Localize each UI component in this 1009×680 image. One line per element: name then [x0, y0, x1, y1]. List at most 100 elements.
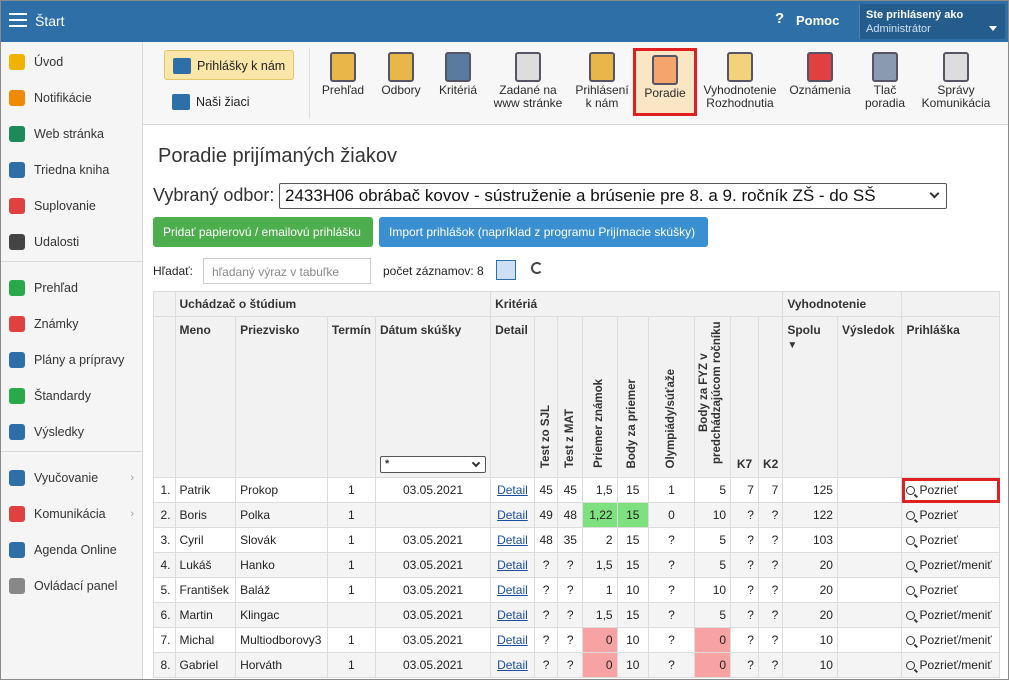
- sidebar-item-label: Web stránka: [34, 127, 104, 141]
- detail-link[interactable]: Detail: [497, 583, 528, 597]
- col-test-mat-label: Test z MAT: [563, 409, 576, 468]
- our-students-button[interactable]: Naši žiaci: [164, 87, 294, 117]
- col-priezvisko[interactable]: Priezvisko: [235, 316, 328, 478]
- toolbar-button-1[interactable]: Odbory: [375, 48, 427, 116]
- toolbar-button-3[interactable]: Zadané na www stránke: [489, 48, 567, 116]
- sidebar-item-14[interactable]: Ovládací panel: [1, 571, 142, 601]
- table-cell: 1,22: [582, 502, 618, 528]
- view-application-link[interactable]: Pozrieť/meniť: [919, 633, 991, 647]
- detail-link[interactable]: Detail: [497, 633, 528, 647]
- view-application-link[interactable]: Pozrieť: [919, 508, 958, 522]
- sidebar-item-9[interactable]: Štandardy: [1, 381, 142, 411]
- table-cell: 1: [326, 652, 376, 678]
- search-icon: [906, 561, 916, 570]
- sidebar-item-12[interactable]: Komunikácia ›: [1, 499, 142, 529]
- chevron-down-icon: [929, 188, 940, 199]
- view-application-link[interactable]: Pozrieť: [919, 583, 958, 597]
- sidebar-item-13[interactable]: Agenda Online: [1, 535, 142, 565]
- detail-link[interactable]: Detail: [497, 508, 528, 522]
- sidebar-item-8[interactable]: Plány a prípravy: [1, 345, 142, 375]
- col-vysledok[interactable]: Výsledok: [836, 316, 903, 478]
- app-title: Štart: [35, 13, 65, 29]
- sidebar-item-label: Ovládací panel: [34, 579, 118, 593]
- view-application-link[interactable]: Pozrieť: [919, 483, 958, 497]
- search-icon: [906, 486, 916, 495]
- table-cell: [836, 527, 903, 553]
- sidebar-item-2[interactable]: Web stránka: [1, 119, 142, 149]
- toolbar-button-label: Zadané na www stránke: [493, 83, 563, 110]
- sidebar-item-5[interactable]: Udalosti: [1, 227, 142, 257]
- columns-icon[interactable]: [496, 260, 516, 280]
- table-cell: 10: [616, 627, 649, 653]
- col-body-za-priemer-label: Body za priemer: [626, 378, 639, 468]
- table-cell: 1,5: [582, 477, 618, 503]
- col-test-sjl[interactable]: Test zo SJL: [533, 316, 559, 478]
- col-k2[interactable]: K2: [757, 316, 784, 478]
- search-input[interactable]: hľadaný výraz v tabuľke: [203, 258, 371, 284]
- table-cell: ?: [730, 602, 759, 628]
- col-priemer-znamok[interactable]: Priemer známok: [582, 316, 618, 478]
- col-body-fyz[interactable]: Body za FYZ v predchádzajúcom ročníku: [694, 316, 732, 478]
- table-cell: 5.: [153, 577, 176, 603]
- detail-link[interactable]: Detail: [497, 608, 528, 622]
- col-meno[interactable]: Meno: [174, 316, 237, 478]
- col-body-za-priemer[interactable]: Body za priemer: [616, 316, 649, 478]
- toolbar-button-2[interactable]: Kritériá: [432, 48, 484, 116]
- table-cell: Hanko: [235, 552, 328, 578]
- detail-link[interactable]: Detail: [497, 483, 528, 497]
- detail-link[interactable]: Detail: [497, 533, 528, 547]
- toolbar-button-8[interactable]: Tlač poradia: [856, 48, 914, 116]
- date-filter-select[interactable]: *: [379, 456, 487, 473]
- table-row: 6. Martin Klingac 03.05.2021 Detail?? 1,5 15? 5…: [153, 602, 1000, 628]
- col-olympiady[interactable]: Olympiády/súťaže: [647, 316, 696, 478]
- table-cell: ?: [647, 552, 696, 578]
- user-menu[interactable]: Ste prihlásený ako Administrátor: [859, 4, 1005, 39]
- envelope-icon: [9, 90, 25, 106]
- detail-link[interactable]: Detail: [497, 658, 528, 672]
- col-test-mat[interactable]: Test z MAT: [557, 316, 584, 478]
- sidebar-item-6[interactable]: Prehľad: [1, 273, 142, 303]
- table-cell: 03.05.2021: [374, 627, 492, 653]
- toolbar-button-5[interactable]: Poradie: [633, 48, 697, 116]
- help-link[interactable]: Pomoc: [796, 13, 839, 28]
- help-icon[interactable]: ?: [775, 10, 784, 27]
- table-cell: Slovák: [235, 527, 328, 553]
- chevron-down-icon: [471, 458, 481, 468]
- sidebar-item-11[interactable]: Vyučovanie ›: [1, 463, 142, 493]
- col-k7[interactable]: K7: [730, 316, 759, 478]
- toolbar-button-6[interactable]: Vyhodnotenie Rozhodnutia: [701, 48, 779, 116]
- record-count: počet záznamov: 8: [383, 264, 484, 278]
- document-icon: [515, 52, 541, 82]
- toolbar-button-0[interactable]: Prehľad: [315, 48, 371, 116]
- gear-icon: [9, 578, 25, 594]
- hamburger-menu-icon[interactable]: [9, 13, 27, 27]
- sidebar-item-1[interactable]: Notifikácie: [1, 83, 142, 113]
- toolbar-button-7[interactable]: Oznámenia: [787, 48, 853, 116]
- table-cell: ?: [730, 652, 759, 678]
- refresh-icon[interactable]: [531, 262, 543, 274]
- detail-link[interactable]: Detail: [497, 558, 528, 572]
- col-spolu[interactable]: Spolu ▼: [782, 316, 838, 478]
- sidebar-item-7[interactable]: Známky: [1, 309, 142, 339]
- sidebar-item-label: Agenda Online: [34, 543, 117, 557]
- view-application-link[interactable]: Pozrieť/meniť: [919, 658, 991, 672]
- view-application-link[interactable]: Pozrieť/meniť: [919, 608, 991, 622]
- table-row: 2. Boris Polka 1 Detail 49 48 1,22 15 0 10?? 122 Poz…: [153, 502, 1000, 528]
- applications-to-us-button[interactable]: Prihlášky k nám: [164, 50, 294, 80]
- sidebar-item-10[interactable]: Výsledky: [1, 417, 142, 447]
- view-application-link[interactable]: Pozrieť/meniť: [919, 558, 991, 572]
- table-row: 1. Patrik Prokop 1 03.05.2021 Detail 45 45 1,5 15…: [153, 477, 1000, 503]
- sidebar-item-0[interactable]: Úvod: [1, 47, 142, 77]
- sidebar-item-3[interactable]: Triedna kniha: [1, 155, 142, 185]
- col-datum-skusky[interactable]: Dátum skúšky *: [374, 316, 492, 478]
- col-termin[interactable]: Termín: [326, 316, 376, 478]
- add-paper-application-button[interactable]: Pridať papierovú / emailovú prihlášku: [153, 217, 373, 247]
- table-cell: ?: [647, 577, 696, 603]
- toolbar-button-9[interactable]: Správy Komunikácia: [918, 48, 994, 116]
- sidebar-item-4[interactable]: Suplovanie: [1, 191, 142, 221]
- table-cell: 0: [694, 652, 732, 678]
- view-application-link[interactable]: Pozrieť: [919, 533, 958, 547]
- import-applications-button[interactable]: Import prihlášok (napríklad z programu P…: [379, 217, 708, 247]
- odbor-select[interactable]: 2433H06 obrábač kovov - sústruženie a br…: [279, 183, 947, 209]
- toolbar-button-4[interactable]: Prihlásení k nám: [573, 48, 631, 116]
